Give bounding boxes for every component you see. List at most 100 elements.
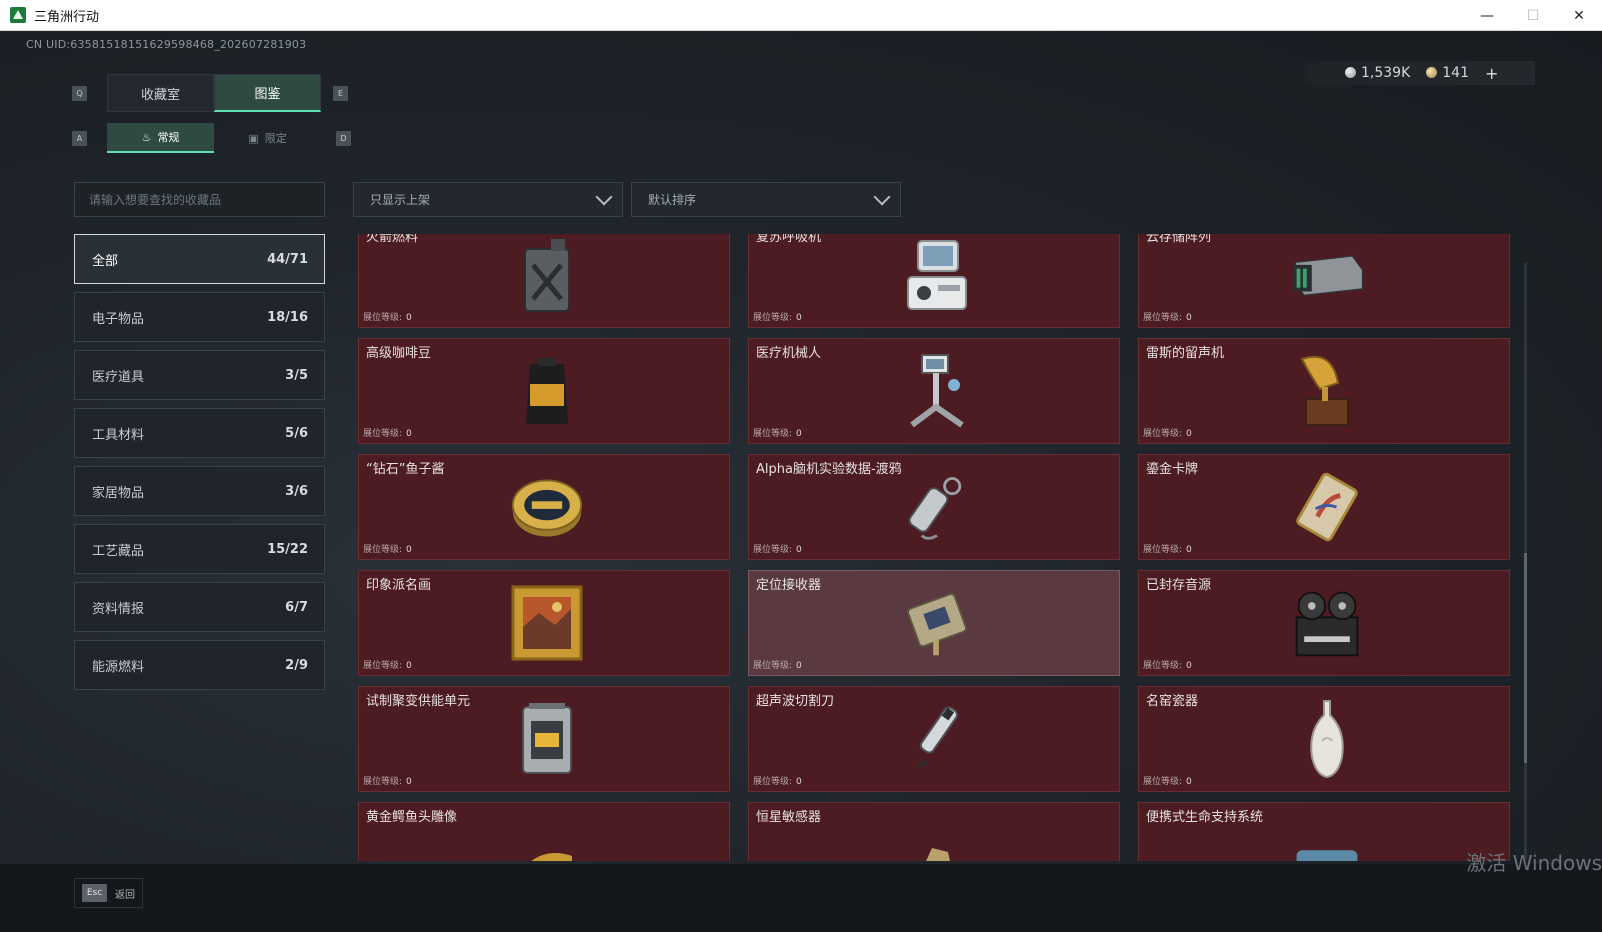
item-level: 展位等级: 0 (753, 658, 802, 671)
item-level-value: 0 (1186, 777, 1192, 787)
category-all[interactable]: 全部 44/71 (74, 234, 325, 284)
collection-item-card[interactable]: 高级咖啡豆 展位等级: 0 (358, 338, 730, 444)
item-level-label: 展位等级: (753, 661, 793, 671)
tab-catalog[interactable]: 图鉴 (214, 74, 321, 112)
collection-item-card[interactable]: 黄金鳄鱼头雕像 (358, 802, 730, 861)
silver-coin-icon (1345, 67, 1356, 78)
item-level-label: 展位等级: (1143, 661, 1183, 671)
data-drive-icon (899, 465, 975, 549)
item-level: 展位等级: 0 (1143, 426, 1192, 439)
item-name: 火箭燃料 (366, 234, 419, 245)
category-electronics[interactable]: 电子物品 18/16 (74, 292, 325, 342)
item-level-value: 0 (796, 429, 802, 439)
category-count: 5/6 (285, 425, 308, 441)
collection-item-card[interactable]: Alpha脑机实验数据-渡鸦 展位等级: 0 (748, 454, 1120, 560)
item-level-value: 0 (796, 777, 802, 787)
collection-item-card[interactable]: 已封存音源 展位等级: 0 (1138, 570, 1510, 676)
key-hint-d: D (336, 131, 351, 146)
back-button[interactable]: Esc 返回 (74, 878, 143, 908)
tab-collection-room[interactable]: 收藏室 (107, 74, 214, 112)
collection-item-card[interactable]: 火箭燃料 展位等级: 0 (358, 234, 730, 328)
category-household[interactable]: 家居物品 3/6 (74, 466, 325, 516)
item-name: 复苏呼吸机 (756, 234, 822, 245)
reel-recorder-icon (1289, 581, 1365, 665)
item-name: 已封存音源 (1146, 578, 1212, 593)
category-label: 能源燃料 (92, 659, 145, 675)
item-level-label: 展位等级: (363, 661, 403, 671)
collection-item-card[interactable]: 恒星敏感器 (748, 802, 1120, 861)
category-count: 3/6 (285, 483, 308, 499)
item-level-label: 展位等级: (363, 313, 403, 323)
item-name: 印象派名画 (366, 578, 432, 593)
category-count: 18/16 (267, 309, 308, 325)
shelf-filter-value: 只显示上架 (370, 193, 431, 207)
item-level: 展位等级: 0 (753, 426, 802, 439)
fuel-can-icon (509, 234, 585, 317)
collection-search-input[interactable] (74, 182, 325, 217)
collection-item-card[interactable]: 名窑瓷器 展位等级: 0 (1138, 686, 1510, 792)
collection-item-card[interactable]: 云存储阵列展位等级: 0 (1138, 234, 1510, 328)
window-controls: — ☐ ✕ (1464, 0, 1602, 31)
item-level-value: 0 (406, 429, 412, 439)
category-label: 电子物品 (92, 311, 145, 327)
shelf-filter-dropdown[interactable]: 只显示上架 (353, 182, 623, 217)
player-uid: CN UID:63581518151629598468_202607281903 (26, 38, 307, 51)
item-name: 云存储阵列 (1146, 234, 1212, 245)
maximize-button[interactable]: ☐ (1510, 0, 1556, 31)
silver-currency: 1,539K (1345, 65, 1410, 81)
collection-item-card[interactable]: 鎏金卡牌 展位等级: 0 (1138, 454, 1510, 560)
collection-item-card[interactable]: 复苏呼吸机展位等级: 0 (748, 234, 1120, 328)
esc-key-hint: Esc (82, 884, 107, 902)
item-level-value: 0 (796, 313, 802, 323)
collection-item-card[interactable]: 便携式生命支持系统 (1138, 802, 1510, 861)
star-sensor-icon (899, 813, 975, 861)
category-intel[interactable]: 资料情报 6/7 (74, 582, 325, 632)
item-name: 恒星敏感器 (756, 810, 822, 825)
subtab-limited-label: 限定 (264, 132, 287, 145)
gps-receiver-icon (899, 581, 975, 665)
caviar-tin-icon (509, 465, 585, 549)
item-level: 展位等级: 0 (753, 310, 802, 323)
add-currency-button[interactable]: + (1485, 64, 1498, 83)
collection-item-card[interactable]: 超声波切割刀 展位等级: 0 (748, 686, 1120, 792)
collection-item-card[interactable]: 试制聚变供能单元 展位等级: 0 (358, 686, 730, 792)
game-screen: CN UID:63581518151629598468_202607281903… (0, 31, 1602, 932)
minimize-button[interactable]: — (1464, 0, 1510, 31)
item-level-value: 0 (1186, 545, 1192, 555)
subtab-regular[interactable]: ♨ 常规 (107, 123, 214, 153)
category-crafts[interactable]: 工艺藏品 15/22 (74, 524, 325, 574)
silver-amount: 1,539K (1361, 65, 1411, 81)
item-level-label: 展位等级: (363, 777, 403, 787)
item-level-label: 展位等级: (1143, 429, 1183, 439)
category-tools[interactable]: 工具材料 5/6 (74, 408, 325, 458)
storage-array-icon (1289, 234, 1365, 317)
key-hint-a: A (72, 131, 87, 146)
category-label: 工艺藏品 (92, 543, 145, 559)
category-medical[interactable]: 医疗道具 3/5 (74, 350, 325, 400)
subtab-limited[interactable]: ▣ 限定 (214, 123, 321, 153)
close-button[interactable]: ✕ (1556, 0, 1602, 31)
ventilator-icon (899, 234, 975, 317)
category-energy[interactable]: 能源燃料 2/9 (74, 640, 325, 690)
windows-activation-watermark: 激活 Windows (1466, 851, 1602, 875)
crocodile-statue-icon (509, 813, 585, 861)
grid-scrollbar[interactable] (1524, 263, 1527, 860)
key-hint-q: Q (72, 86, 87, 101)
collection-item-card[interactable]: 印象派名画 展位等级: 0 (358, 570, 730, 676)
collection-item-card[interactable]: 医疗机械人 展位等级: 0 (748, 338, 1120, 444)
porcelain-vase-icon (1289, 697, 1365, 781)
item-level-label: 展位等级: (753, 545, 793, 555)
item-level-value: 0 (406, 545, 412, 555)
item-name: 名窑瓷器 (1146, 694, 1199, 709)
scrollbar-thumb[interactable] (1524, 553, 1527, 763)
collection-item-card[interactable]: 定位接收器 展位等级: 0 (748, 570, 1120, 676)
sort-dropdown[interactable]: 默认排序 (631, 182, 901, 217)
item-grid: 火箭燃料 展位等级: 0 复苏呼吸机 展位等级: 0 云存储阵列 展位等级: 0 高级咖啡豆 展位等… (358, 234, 1510, 861)
item-level: 展位等级: 0 (1143, 310, 1192, 323)
item-grid-viewport: 火箭燃料 展位等级: 0 复苏呼吸机 展位等级: 0 云存储阵列 展位等级: 0 高级咖啡豆 展位等… (358, 234, 1528, 861)
collection-item-card[interactable]: 雷斯的留声机 展位等级: 0 (1138, 338, 1510, 444)
main-tabs: 收藏室 图鉴 (107, 74, 321, 112)
item-level-value: 0 (406, 777, 412, 787)
collection-item-card[interactable]: “钻石”鱼子酱 展位等级: 0 (358, 454, 730, 560)
bottom-bar: Esc 返回 (0, 864, 1602, 932)
